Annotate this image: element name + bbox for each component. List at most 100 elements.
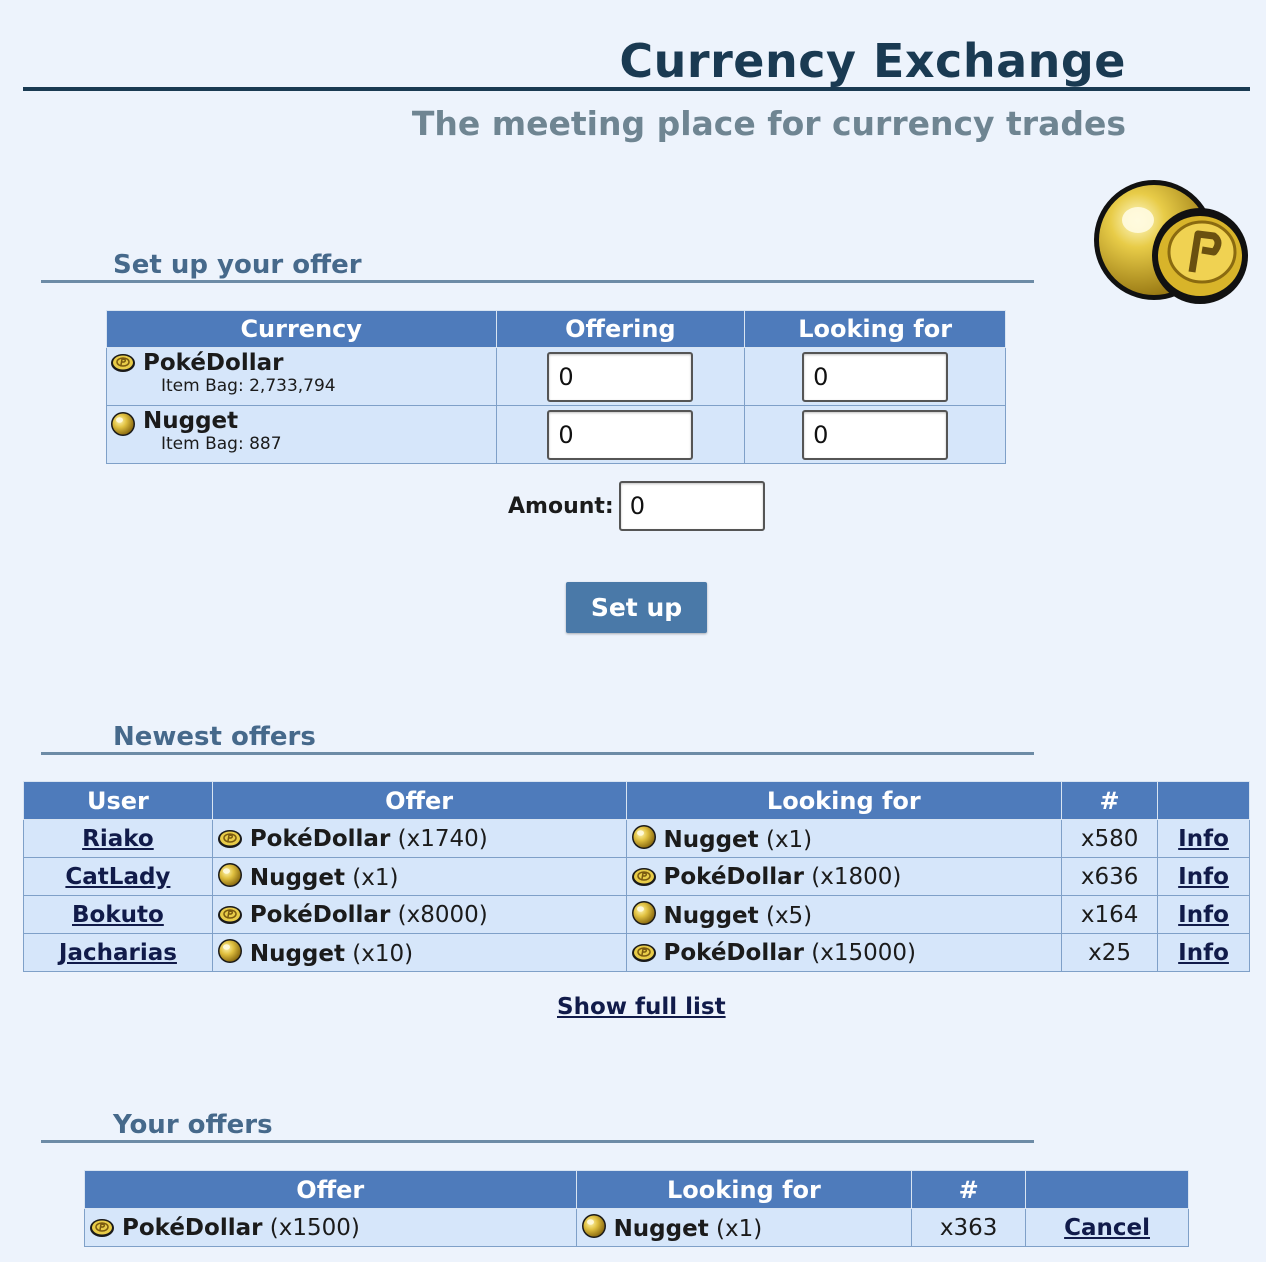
wanted-item-name: PokéDollar — [663, 939, 804, 966]
set-up-button[interactable]: Set up — [566, 582, 707, 633]
info-cell: Info — [1157, 857, 1250, 896]
table-row: Jacharias Nugget (x10) PokéDollar (x1500… — [23, 933, 1250, 972]
offer-count: x580 — [1061, 819, 1159, 858]
user-link[interactable]: Bokuto — [72, 902, 164, 928]
pokedollar-icon — [111, 354, 135, 372]
offer-item-name: PokéDollar — [122, 1214, 263, 1241]
column-header-user: User — [23, 781, 213, 820]
setup-section-title: Set up your offer — [113, 250, 362, 280]
column-header-looking-for: Looking for — [744, 310, 1006, 348]
user-link[interactable]: Riako — [82, 826, 154, 852]
looking-for-cell — [744, 347, 1006, 406]
info-link[interactable]: Info — [1178, 940, 1229, 966]
pokedollar-icon — [631, 867, 656, 886]
offer-quantity: (x10) — [352, 941, 414, 967]
user-cell: Bokuto — [23, 895, 213, 934]
column-header-looking-for: Looking for — [575, 1170, 913, 1209]
currency-coins-logo — [1094, 180, 1248, 304]
table-row: Bokuto PokéDollar (x8000) Nugget (x5) x1… — [23, 895, 1250, 934]
wanted-quantity: (x15000) — [811, 939, 917, 966]
user-link[interactable]: CatLady — [65, 864, 170, 890]
table-row: Riako PokéDollar (x1740) Nugget (x1) x58… — [23, 819, 1250, 858]
pokedollar-icon — [217, 905, 242, 924]
column-header-actions — [1025, 1170, 1189, 1209]
show-full-list-link[interactable]: Show full list — [557, 994, 726, 1020]
looking-for-cell: PokéDollar (x1800) — [625, 857, 1063, 896]
wanted-quantity: (x1) — [716, 1216, 763, 1242]
item-bag-count: Item Bag: 2,733,794 — [161, 375, 336, 396]
info-link[interactable]: Info — [1178, 902, 1229, 928]
offer-item-name: Nugget — [249, 941, 345, 967]
currency-row-nugget: Nugget Item Bag: 887 — [106, 405, 1006, 464]
page-title: Currency Exchange — [619, 34, 1126, 88]
wanted-item-name: Nugget — [613, 1216, 709, 1242]
column-header-currency: Currency — [106, 310, 497, 348]
amount-input[interactable] — [618, 481, 765, 531]
your-offers-section-divider — [41, 1140, 1034, 1143]
currency-name: PokéDollar — [143, 349, 284, 376]
looking-for-cell: Nugget (x1) — [625, 819, 1063, 858]
column-header-looking-for: Looking for — [625, 781, 1063, 820]
info-cell: Info — [1157, 819, 1250, 858]
wanted-item-name: Nugget — [663, 827, 759, 853]
offer-cell: PokéDollar (x8000) — [211, 895, 627, 934]
pokedollar-icon — [631, 943, 656, 962]
nugget-icon — [217, 939, 242, 963]
column-header-count: # — [1061, 781, 1159, 820]
looking-for-cell: Nugget (x5) — [625, 895, 1063, 934]
newest-section-title: Newest offers — [113, 722, 316, 752]
offer-item-name: PokéDollar — [249, 901, 391, 928]
wanted-item-name: Nugget — [663, 903, 759, 929]
table-row: PokéDollar (x1500) Nugget (x1) x363 Canc… — [84, 1208, 1189, 1247]
item-bag-count: Item Bag: 887 — [161, 433, 282, 454]
wanted-quantity: (x1) — [765, 827, 813, 853]
looking-for-cell: Nugget (x1) — [575, 1208, 913, 1247]
newest-section-divider — [41, 752, 1034, 755]
wanted-item-name: PokéDollar — [663, 863, 804, 890]
user-link[interactable]: Jacharias — [59, 940, 177, 966]
offer-count: x363 — [911, 1208, 1027, 1247]
action-cell: Cancel — [1025, 1208, 1189, 1247]
cancel-offer-link[interactable]: Cancel — [1064, 1215, 1150, 1241]
table-row: CatLady Nugget (x1) PokéDollar (x1800) x… — [23, 857, 1250, 896]
offer-quantity: (x1) — [352, 865, 399, 891]
column-header-offer: Offer — [211, 781, 627, 820]
column-header-offer: Offer — [84, 1170, 577, 1209]
pokedollar-icon — [90, 1218, 114, 1237]
setup-section-divider — [41, 280, 1034, 283]
nugget-offering-input[interactable] — [547, 409, 694, 460]
info-link[interactable]: Info — [1178, 826, 1229, 852]
pokedollar-icon — [217, 829, 242, 848]
looking-for-cell — [744, 405, 1006, 464]
nugget-icon — [631, 901, 656, 925]
pokedollar-looking-for-input[interactable] — [802, 351, 949, 402]
offering-cell — [495, 405, 746, 464]
amount-row: Amount: — [508, 481, 765, 531]
info-link[interactable]: Info — [1178, 864, 1229, 890]
offer-quantity: (x1500) — [269, 1214, 360, 1241]
column-header-offering: Offering — [495, 310, 746, 348]
column-header-count: # — [911, 1170, 1027, 1209]
offer-count: x25 — [1061, 933, 1159, 972]
offer-cell: PokéDollar (x1500) — [84, 1208, 577, 1247]
info-cell: Info — [1157, 933, 1250, 972]
currency-row-pokedollar: PokéDollar Item Bag: 2,733,794 — [106, 347, 1006, 406]
nugget-icon — [631, 825, 656, 849]
pokedollar-offering-input[interactable] — [547, 351, 694, 402]
amount-label: Amount: — [508, 493, 614, 519]
looking-for-cell: PokéDollar (x15000) — [625, 933, 1063, 972]
offer-quantity: (x8000) — [397, 901, 488, 928]
page-subtitle: The meeting place for currency trades — [411, 104, 1126, 143]
offer-count: x164 — [1061, 895, 1159, 934]
setup-offer-table: Currency Offering Looking for PokéDollar… — [106, 310, 1006, 464]
currency-cell: Nugget Item Bag: 887 — [106, 405, 497, 464]
nugget-icon — [581, 1214, 606, 1238]
nugget-looking-for-input[interactable] — [802, 409, 949, 460]
nugget-icon — [111, 412, 135, 436]
your-offers-section-title: Your offers — [113, 1110, 273, 1140]
your-offers-table: Offer Looking for # PokéDollar (x1500) N… — [84, 1170, 1189, 1247]
newest-offers-table: User Offer Looking for # Riako PokéDolla… — [23, 781, 1250, 972]
currency-cell: PokéDollar Item Bag: 2,733,794 — [106, 347, 497, 406]
offer-cell: Nugget (x10) — [211, 933, 627, 972]
currency-name: Nugget — [143, 407, 239, 434]
